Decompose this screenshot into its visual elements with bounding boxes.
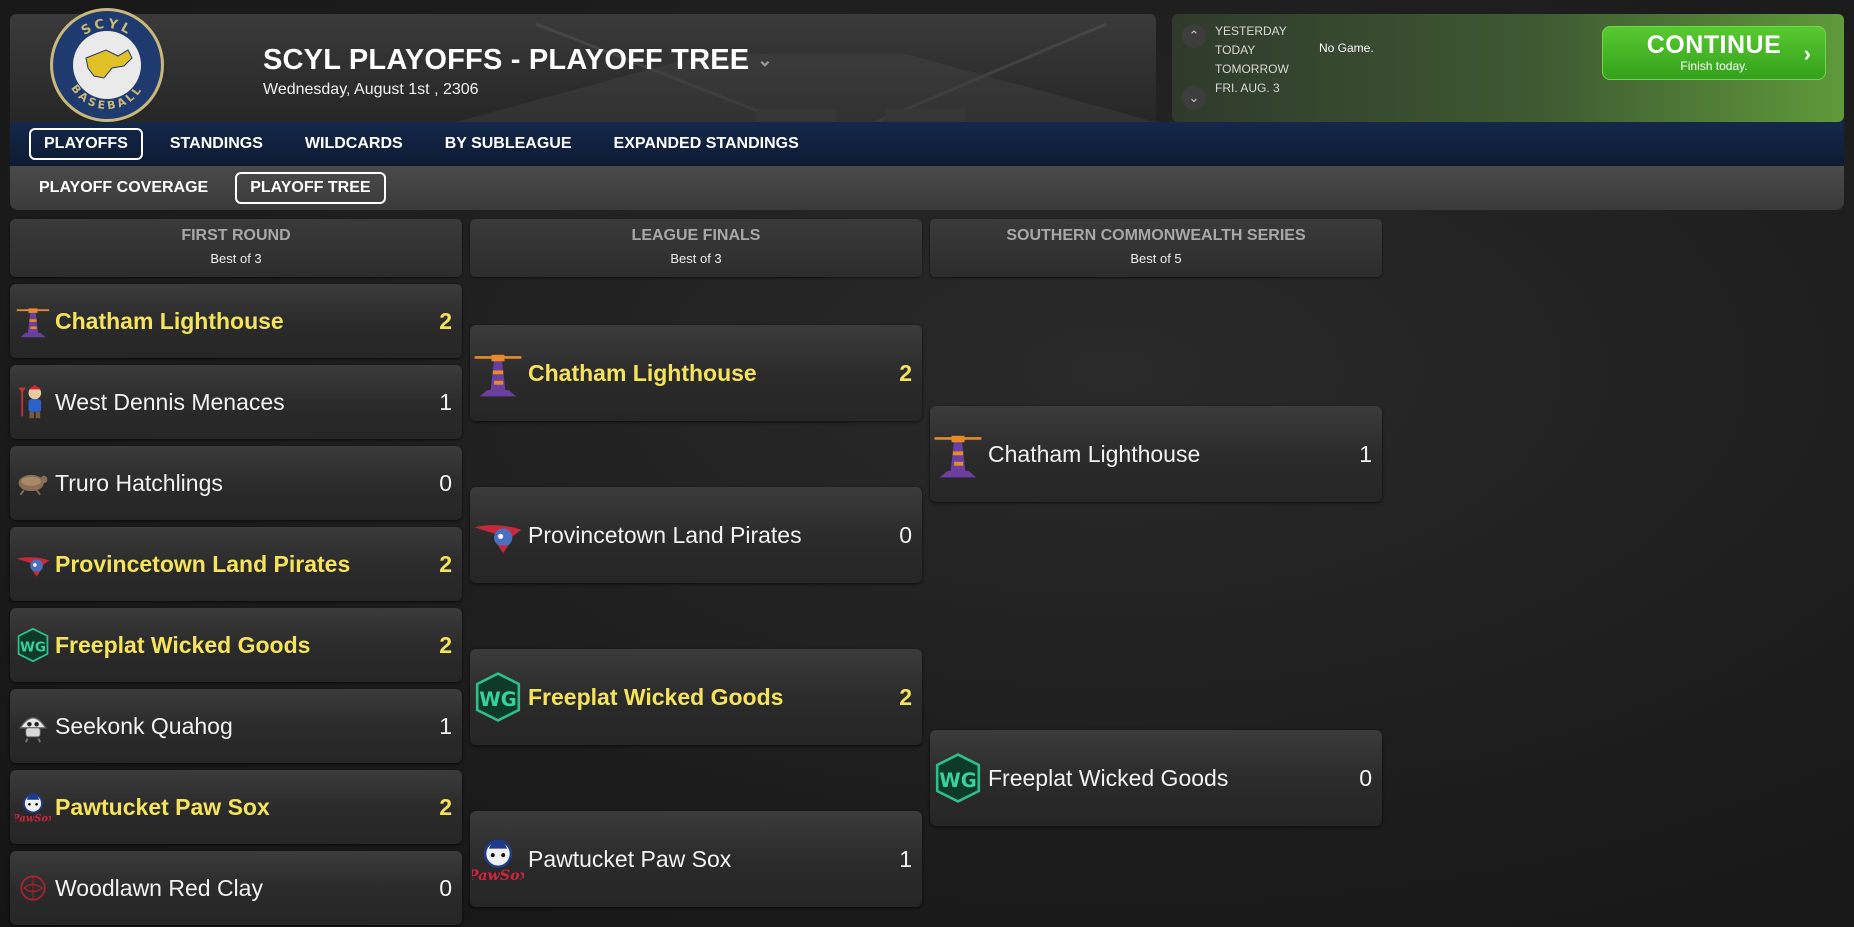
- team-score: 0: [1359, 764, 1372, 791]
- team-score: 2: [439, 631, 452, 658]
- team-score: 2: [439, 793, 452, 820]
- team-name[interactable]: Woodlawn Red Clay: [55, 875, 439, 902]
- league-logo[interactable]: SCYL BASEBALL: [48, 6, 166, 124]
- tab-playoffs[interactable]: PLAYOFFS: [29, 128, 143, 160]
- team-row-west-dennis-menaces[interactable]: West Dennis Menaces 1: [10, 365, 462, 439]
- round-header-first-round: FIRST ROUND Best of 3: [10, 219, 462, 277]
- continue-label: CONTINUE: [1646, 31, 1782, 59]
- team-score: 0: [439, 469, 452, 496]
- team-name[interactable]: Truro Hatchlings: [55, 470, 439, 497]
- team-score: 2: [899, 683, 912, 710]
- team-row-provincetown-land-pirates[interactable]: Provincetown Land Pirates 0: [470, 487, 922, 583]
- schedule-days: YESTERDAY TODAY TOMORROW FRI. AUG. 3: [1215, 22, 1289, 98]
- round-title: FIRST ROUND: [181, 227, 291, 244]
- team-row-pawtucket-paw-sox[interactable]: PawSoxPawtucket Paw Sox1: [467, 811, 922, 907]
- team-row-chatham-lighthouse[interactable]: Chatham Lighthouse 2: [10, 284, 462, 358]
- title-area: SCYL PLAYOFFS - PLAYOFF TREE ⌄ Wednesday…: [263, 44, 773, 99]
- round-format: Best of 3: [210, 251, 262, 266]
- chevron-up-icon[interactable]: ⌃: [1182, 24, 1206, 48]
- main-nav: PLAYOFFS STANDINGS WILDCARDS BY SUBLEAGU…: [10, 122, 1844, 166]
- team-name[interactable]: Pawtucket Paw Sox: [528, 846, 899, 873]
- day-next[interactable]: FRI. AUG. 3: [1215, 79, 1289, 98]
- lighthouse-logo-icon: [15, 303, 51, 339]
- chevron-down-icon[interactable]: ⌄: [757, 50, 772, 71]
- team-name[interactable]: Freeplat Wicked Goods: [528, 684, 899, 711]
- schedule-panel: ⌃ ⌄ YESTERDAY TODAY TOMORROW FRI. AUG. 3…: [1172, 14, 1844, 122]
- team-score: 2: [899, 359, 912, 386]
- team-score: 1: [1359, 440, 1372, 467]
- current-date: Wednesday, August 1st , 2306: [263, 81, 479, 98]
- continue-button[interactable]: CONTINUE Finish today. ›: [1602, 26, 1826, 80]
- svg-text:WG: WG: [479, 688, 517, 711]
- team-name[interactable]: Provincetown Land Pirates: [528, 522, 899, 549]
- round-title: SOUTHERN COMMONWEALTH SERIES: [1006, 227, 1306, 244]
- chevron-down-icon[interactable]: ⌄: [1182, 86, 1206, 110]
- team-row-freeplat-wicked-goods[interactable]: WG Freeplat Wicked Goods 2: [470, 649, 922, 745]
- round-header-league-finals: LEAGUE FINALS Best of 3: [470, 219, 922, 277]
- team-row-chatham-lighthouse[interactable]: Chatham Lighthouse 1: [930, 406, 1382, 502]
- page-title-dropdown[interactable]: SCYL PLAYOFFS - PLAYOFF TREE ⌄: [263, 44, 773, 77]
- team-score: 1: [439, 388, 452, 415]
- pawsox-logo-icon: PawSox: [467, 833, 529, 885]
- svg-text:PawSox: PawSox: [472, 868, 524, 884]
- round-format: Best of 3: [670, 251, 722, 266]
- sub-nav: PLAYOFF COVERAGE PLAYOFF TREE: [10, 166, 1844, 210]
- team-score: 2: [439, 307, 452, 334]
- tab-wildcards[interactable]: WILDCARDS: [290, 128, 418, 160]
- redclay-logo-icon: [15, 870, 51, 906]
- team-row-provincetown-land-pirates[interactable]: Provincetown Land Pirates 2: [10, 527, 462, 601]
- team-name[interactable]: Seekonk Quahog: [55, 713, 439, 740]
- pirate-logo-icon: [472, 509, 524, 561]
- menace-logo-icon: [15, 384, 51, 420]
- team-row-freeplat-wicked-goods[interactable]: WG Freeplat Wicked Goods 0: [930, 730, 1382, 826]
- team-score: 0: [439, 874, 452, 901]
- tab-playoff-tree[interactable]: PLAYOFF TREE: [235, 172, 386, 204]
- team-row-freeplat-wicked-goods[interactable]: WG Freeplat Wicked Goods 2: [10, 608, 462, 682]
- svg-text:WG: WG: [939, 769, 977, 792]
- team-name[interactable]: Pawtucket Paw Sox: [55, 794, 439, 821]
- day-tomorrow[interactable]: TOMORROW: [1215, 60, 1289, 79]
- svg-text:PawSox: PawSox: [15, 813, 51, 824]
- day-yesterday[interactable]: YESTERDAY: [1215, 22, 1289, 41]
- team-score: 1: [439, 712, 452, 739]
- round-format: Best of 5: [1130, 251, 1182, 266]
- svg-text:WG: WG: [20, 639, 46, 655]
- team-score: 0: [899, 521, 912, 548]
- team-name[interactable]: Freeplat Wicked Goods: [988, 765, 1359, 792]
- team-name[interactable]: Freeplat Wicked Goods: [55, 632, 439, 659]
- lighthouse-logo-icon: [932, 428, 984, 480]
- team-score: 2: [439, 550, 452, 577]
- team-name[interactable]: Chatham Lighthouse: [528, 360, 899, 387]
- pirate-logo-icon: [15, 546, 51, 582]
- tab-standings[interactable]: STANDINGS: [155, 128, 278, 160]
- team-row-truro-hatchlings[interactable]: Truro Hatchlings 0: [10, 446, 462, 520]
- page-title: SCYL PLAYOFFS - PLAYOFF TREE: [263, 44, 750, 76]
- team-row-woodlawn-red-clay[interactable]: Woodlawn Red Clay 0: [10, 851, 462, 925]
- round-header-series: SOUTHERN COMMONWEALTH SERIES Best of 5: [930, 219, 1382, 277]
- team-row-chatham-lighthouse[interactable]: Chatham Lighthouse 2: [470, 325, 922, 421]
- wg-logo-icon: WG: [932, 752, 984, 804]
- lighthouse-logo-icon: [472, 347, 524, 399]
- hatchling-logo-icon: [15, 465, 51, 501]
- team-score: 1: [899, 845, 912, 872]
- wg-logo-icon: WG: [15, 627, 51, 663]
- day-today[interactable]: TODAY: [1215, 41, 1289, 60]
- team-row-pawtucket-paw-sox[interactable]: PawSox Pawtucket Paw Sox2: [10, 770, 462, 844]
- chevron-right-icon: ›: [1803, 41, 1811, 66]
- team-name[interactable]: Chatham Lighthouse: [55, 308, 439, 335]
- team-name[interactable]: Chatham Lighthouse: [988, 441, 1359, 468]
- tab-by-subleague[interactable]: BY SUBLEAGUE: [430, 128, 587, 160]
- team-name[interactable]: West Dennis Menaces: [55, 389, 439, 416]
- round-title: LEAGUE FINALS: [631, 227, 761, 244]
- team-row-seekonk-quahog[interactable]: Seekonk Quahog 1: [10, 689, 462, 763]
- tab-playoff-coverage[interactable]: PLAYOFF COVERAGE: [24, 172, 223, 204]
- continue-sublabel: Finish today.: [1680, 59, 1748, 73]
- wg-logo-icon: WG: [472, 671, 524, 723]
- header-panel: SCYL PLAYOFFS - PLAYOFF TREE ⌄ Wednesday…: [10, 14, 1156, 122]
- quahog-logo-icon: [15, 708, 51, 744]
- pawsox-logo-icon: PawSox: [11, 789, 54, 825]
- today-game-status: No Game.: [1319, 41, 1374, 55]
- team-name[interactable]: Provincetown Land Pirates: [55, 551, 439, 578]
- tab-expanded-standings[interactable]: EXPANDED STANDINGS: [599, 128, 814, 160]
